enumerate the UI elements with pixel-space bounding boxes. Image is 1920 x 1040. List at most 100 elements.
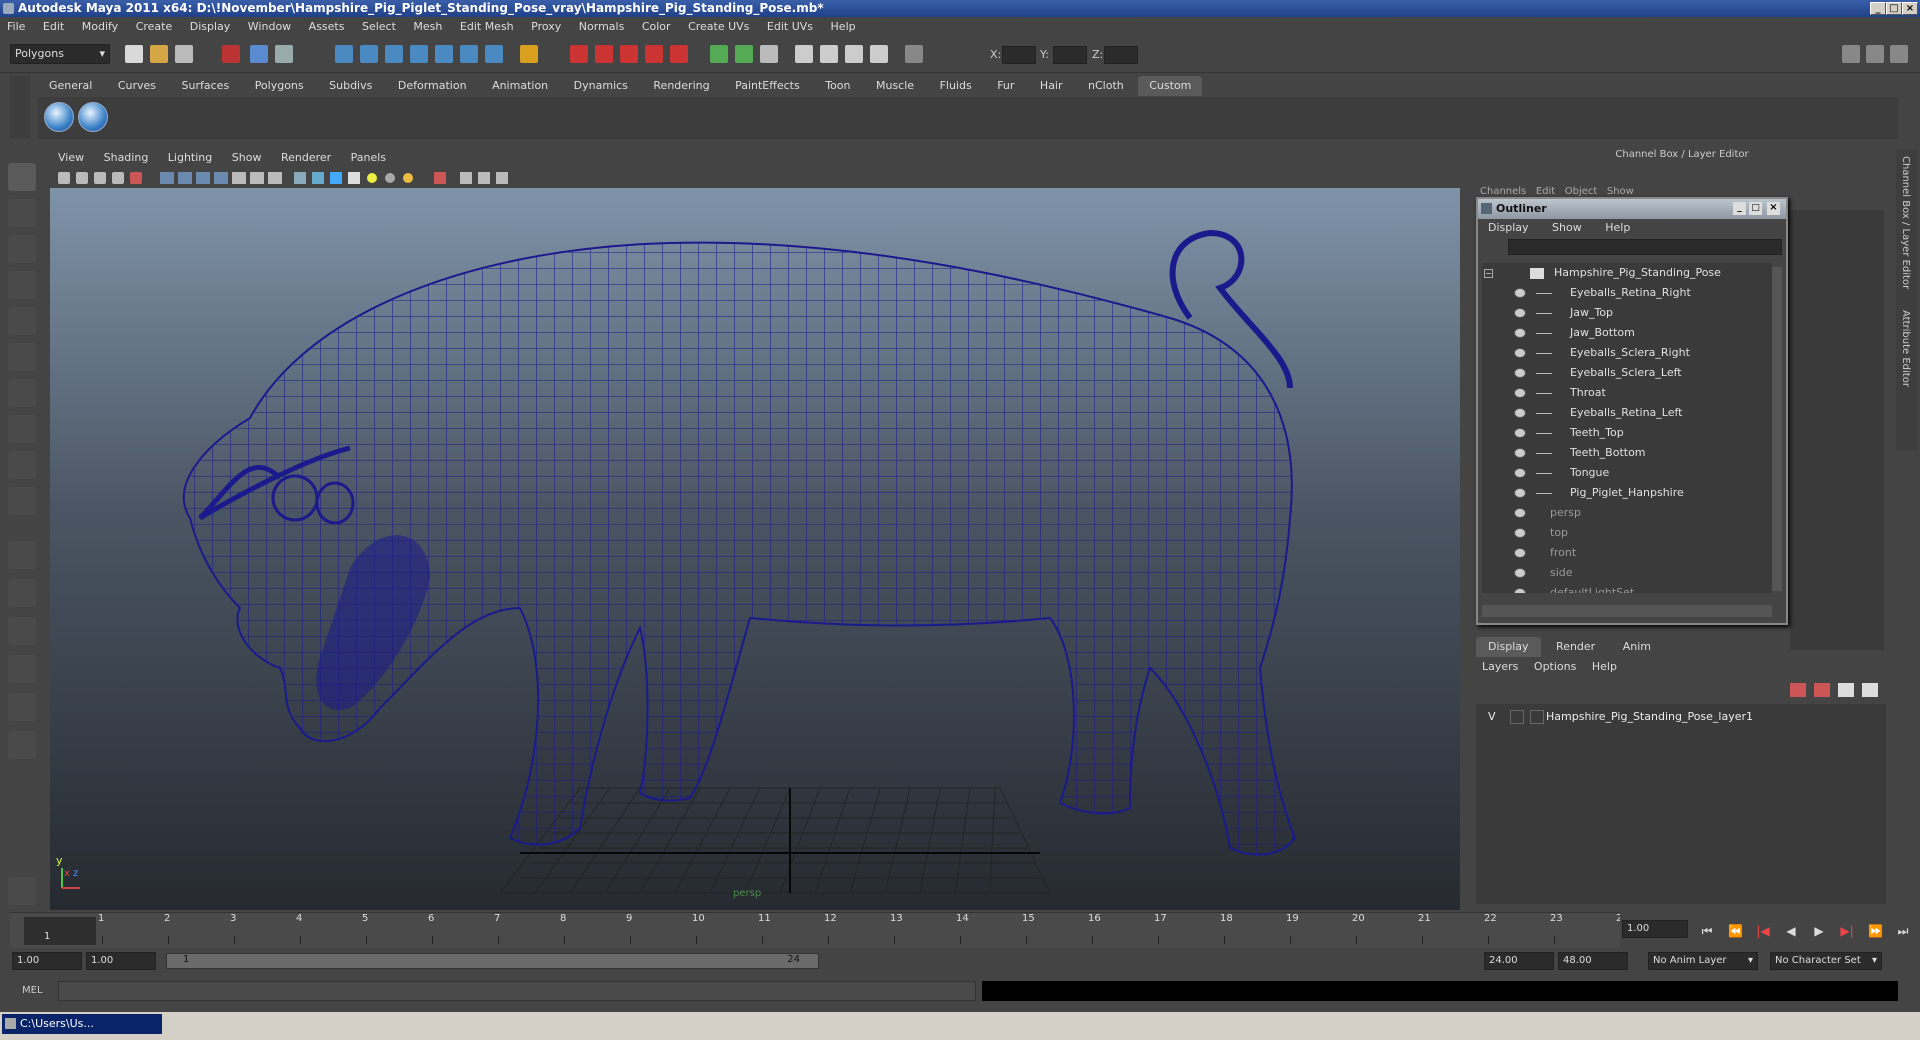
shelf-tab-muscle[interactable]: Muscle	[865, 76, 925, 96]
step-forward-frame-icon[interactable]: ▶|	[1840, 924, 1854, 938]
script-editor-icon[interactable]	[8, 877, 36, 905]
shelf-menu-handle[interactable]	[10, 76, 30, 138]
shelf-tab-rendering[interactable]: Rendering	[642, 76, 720, 96]
maximize-button[interactable]: □	[1886, 2, 1902, 15]
outliner-minimize-button[interactable]: _	[1733, 202, 1746, 215]
outliner-camera-row[interactable]: front	[1482, 543, 1772, 563]
dope-sheet-icon[interactable]	[820, 45, 838, 63]
outliner-row[interactable]: Teeth_Bottom	[1482, 443, 1772, 463]
snap-point-icon[interactable]	[385, 45, 403, 63]
outliner-root-row[interactable]: − Hampshire_Pig_Standing_Pose	[1482, 263, 1772, 283]
shelf-check-icon-1[interactable]	[44, 102, 74, 132]
channel-menu-channels[interactable]: Channels	[1480, 186, 1526, 197]
menu-normals[interactable]: Normals	[572, 17, 632, 37]
outliner-camera-row[interactable]: persp	[1482, 503, 1772, 523]
mel-input[interactable]	[58, 981, 976, 1001]
time-slider[interactable]: 123456789101112131415161718192021222324 …	[10, 912, 1629, 948]
paint-select-tool-icon[interactable]	[8, 235, 36, 263]
outliner-row[interactable]: Tongue	[1482, 463, 1772, 483]
play-forward-icon[interactable]: ▶	[1812, 924, 1826, 938]
outliner-row[interactable]: Teeth_Top	[1482, 423, 1772, 443]
outliner-row[interactable]: Eyeballs_Sclera_Left	[1482, 363, 1772, 383]
outliner-maximize-button[interactable]: □	[1749, 202, 1762, 215]
render-view-icon[interactable]	[670, 45, 688, 63]
outliner-layout-icon[interactable]	[8, 617, 36, 645]
range-slider[interactable]: 1 24	[166, 953, 819, 969]
render-settings-icon[interactable]	[620, 45, 638, 63]
current-frame-field[interactable]: 1.00	[1622, 920, 1688, 938]
rotate-tool-icon[interactable]	[8, 307, 36, 335]
outliner-row[interactable]: Pig_Piglet_Hanpshire	[1482, 483, 1772, 503]
snap-grid-icon[interactable]	[335, 45, 353, 63]
toggle-channel-box-icon[interactable]	[1890, 45, 1908, 63]
anim-layer-dropdown[interactable]: No Anim Layer ▾	[1648, 952, 1758, 970]
side-tab-channel-box[interactable]: Channel Box / Layer Editor	[1900, 156, 1911, 289]
shelf-tab-dynamics[interactable]: Dynamics	[563, 76, 639, 96]
outliner-scrollbar[interactable]	[1772, 267, 1782, 591]
menu-create-uvs[interactable]: Create UVs	[681, 17, 756, 37]
mel-label[interactable]: MEL	[22, 985, 43, 996]
shelf-tab-fluids[interactable]: Fluids	[929, 76, 983, 96]
shelf-tab-hair[interactable]: Hair	[1029, 76, 1074, 96]
save-scene-icon[interactable]	[175, 45, 193, 63]
menu-set-dropdown[interactable]: Polygons ▾	[10, 44, 110, 64]
character-set-dropdown[interactable]: No Character Set ▾	[1770, 952, 1882, 970]
shelf-tab-subdivs[interactable]: Subdivs	[318, 76, 383, 96]
menu-proxy[interactable]: Proxy	[524, 17, 568, 37]
display-layer-icon[interactable]	[760, 45, 778, 63]
menu-display[interactable]: Display	[183, 17, 238, 37]
start-time-field[interactable]: 1.00	[12, 952, 82, 970]
shelf-check-icon-2[interactable]	[78, 102, 108, 132]
trax-editor-icon[interactable]	[845, 45, 863, 63]
last-tool-icon[interactable]	[8, 487, 36, 515]
hypershade-icon[interactable]	[645, 45, 663, 63]
layer-menu-layers[interactable]: Layers	[1476, 657, 1524, 677]
new-empty-layer-icon[interactable]	[1814, 683, 1830, 697]
layer-menu-help[interactable]: Help	[1586, 657, 1623, 677]
viewport-menu-lighting[interactable]: Lighting	[160, 149, 220, 167]
outliner-title-bar[interactable]: Outliner _ □ ×	[1478, 199, 1786, 219]
custom-layout-icon[interactable]	[8, 731, 36, 759]
step-back-frame-icon[interactable]: |◀	[1756, 924, 1770, 938]
move-layer-up-icon[interactable]	[1838, 683, 1854, 697]
select-hierarchy-icon[interactable]	[222, 45, 240, 63]
new-layer-from-selection-icon[interactable]	[1790, 683, 1806, 697]
outliner-hscrollbar[interactable]	[1482, 605, 1772, 617]
move-tool-icon[interactable]	[8, 271, 36, 299]
show-manip-icon[interactable]	[8, 451, 36, 479]
viewport-menu-view[interactable]: View	[50, 149, 92, 167]
y-field[interactable]	[1053, 46, 1087, 64]
snap-view-icon[interactable]	[460, 45, 478, 63]
single-perspective-layout-icon[interactable]	[8, 541, 36, 569]
shelf-tab-custom[interactable]: Custom	[1138, 76, 1203, 96]
snap-curve-icon[interactable]	[360, 45, 378, 63]
layer-tab-anim[interactable]: Anim	[1611, 637, 1663, 657]
go-to-start-icon[interactable]: ⏮	[1700, 924, 1714, 938]
shelf-tab-ncloth[interactable]: nCloth	[1077, 76, 1135, 96]
outliner-row[interactable]: Eyeballs_Sclera_Right	[1482, 343, 1772, 363]
step-back-key-icon[interactable]: ⏪	[1728, 924, 1743, 938]
outliner-close-button[interactable]: ×	[1767, 202, 1780, 215]
outliner-camera-row[interactable]: side	[1482, 563, 1772, 583]
shelf-tab-deformation[interactable]: Deformation	[387, 76, 478, 96]
scale-tool-icon[interactable]	[8, 343, 36, 371]
menu-create[interactable]: Create	[129, 17, 180, 37]
playback-start-field[interactable]: 1.00	[86, 952, 156, 970]
graph-layout-icon[interactable]	[8, 655, 36, 683]
current-time-marker[interactable]: 1	[24, 917, 96, 945]
channel-menu-show[interactable]: Show	[1607, 186, 1634, 197]
layer-visibility-toggle[interactable]: V	[1488, 707, 1496, 727]
menu-edit-mesh[interactable]: Edit Mesh	[453, 17, 521, 37]
blend-shape-icon[interactable]	[870, 45, 888, 63]
soft-mod-icon[interactable]	[8, 415, 36, 443]
step-forward-key-icon[interactable]: ⏩	[1868, 924, 1883, 938]
menu-assets[interactable]: Assets	[302, 17, 352, 37]
shelf-tab-toon[interactable]: Toon	[814, 76, 861, 96]
shelf-tab-surfaces[interactable]: Surfaces	[171, 76, 241, 96]
outliner-menu-display[interactable]: Display	[1478, 219, 1539, 237]
ipr-render-icon[interactable]	[595, 45, 613, 63]
shelf-tab-animation[interactable]: Animation	[481, 76, 559, 96]
layer-color-swatch[interactable]	[1530, 710, 1544, 724]
menu-select[interactable]: Select	[355, 17, 403, 37]
hypershade-layout-icon[interactable]	[8, 693, 36, 721]
